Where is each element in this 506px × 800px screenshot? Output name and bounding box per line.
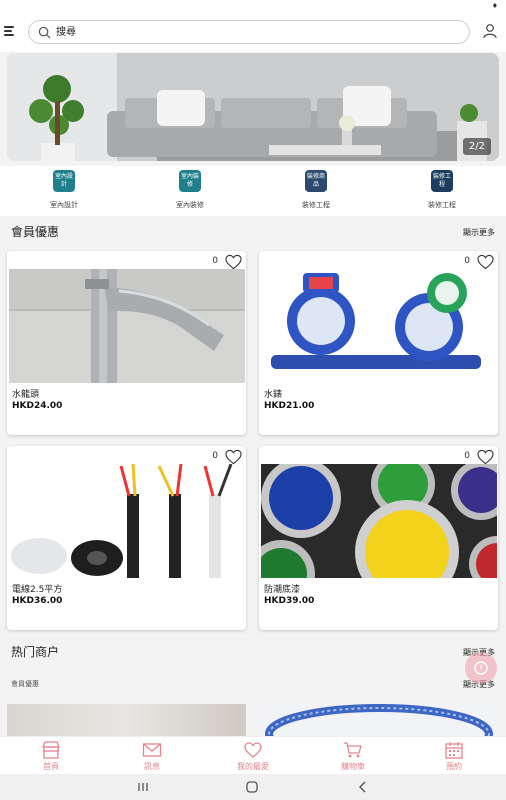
category-label: 裝修工程 [428, 201, 456, 209]
calendar-icon [445, 742, 463, 759]
nav-label: 預約 [446, 762, 462, 771]
back-icon[interactable] [358, 781, 368, 793]
status-indicator: ♦ [491, 2, 498, 10]
like-count: 0 [212, 256, 218, 266]
heart-icon[interactable] [477, 449, 494, 465]
product-price: HKD24.00 [12, 401, 63, 411]
category-label: 室內裝修 [176, 201, 204, 209]
product-price: HKD36.00 [12, 596, 63, 606]
nav-favorites[interactable]: 我的最愛 [213, 741, 293, 772]
product-price: HKD21.00 [264, 401, 315, 411]
chat-bubble-button[interactable] [465, 652, 497, 684]
promo-banner[interactable]: 2/2 [7, 53, 499, 161]
merchant-card-preview[interactable] [7, 704, 246, 736]
product-name: 防潮底漆 [264, 585, 301, 595]
category-interior-renovation[interactable]: 室內裝修 室內裝修 [140, 170, 240, 210]
status-bar: ♦ [0, 0, 506, 12]
category-label: 室內設計 [50, 201, 78, 209]
interior-design-icon: 室內設計 [53, 170, 75, 192]
heart-icon[interactable] [225, 254, 242, 270]
hamburger-icon[interactable] [4, 26, 16, 36]
nav-booking[interactable]: 預約 [414, 741, 494, 772]
banner-counter: 2/2 [462, 138, 491, 155]
home-circle-icon[interactable] [246, 781, 258, 793]
member-offers-sublabel: 會員優惠 [11, 680, 39, 688]
recent-apps-icon[interactable] [137, 782, 149, 792]
product-image [261, 269, 497, 383]
user-icon[interactable] [482, 23, 498, 39]
category-interior-design[interactable]: 室內設計 室內設計 [14, 170, 114, 210]
system-nav-bar [0, 774, 506, 800]
member-section-title: 會員優惠 [11, 225, 60, 239]
nav-cart[interactable]: 購物車 [313, 741, 393, 772]
heart-icon [244, 742, 262, 758]
hot-merchants-title: 热门商户 [11, 645, 60, 659]
product-image [9, 464, 245, 578]
nav-messages[interactable]: 訊息 [112, 741, 192, 772]
product-card[interactable]: 0 電線2.5平方 HKD36.00 [7, 446, 246, 630]
product-image [9, 269, 245, 383]
like-count: 0 [464, 451, 470, 461]
interior-renovation-icon: 室內裝修 [179, 170, 201, 192]
category-row: 室內設計 室內設計 室內裝修 室內裝修 裝修商品 裝修工程 裝修工程 裝修工程 [0, 166, 506, 216]
search-bar[interactable] [28, 20, 470, 44]
product-name: 電線2.5平方 [12, 585, 63, 595]
bottom-nav: 首頁 訊息 我的最愛 購物車 預約 [0, 736, 506, 774]
store-icon [42, 741, 60, 759]
banner-image [7, 53, 499, 161]
category-renovation-works[interactable]: 裝修工程 裝修工程 [392, 170, 492, 210]
product-card[interactable]: 0 防潮底漆 HKD39.00 [259, 446, 498, 630]
nav-home[interactable]: 首頁 [11, 741, 91, 772]
search-icon [38, 26, 51, 39]
product-name: 水龍頭 [12, 390, 40, 400]
member-show-more-link[interactable]: 顯示更多 [463, 227, 495, 238]
like-count: 0 [464, 256, 470, 266]
nav-label: 訊息 [144, 762, 160, 771]
product-card[interactable]: 0 水錶 HKD21.00 [259, 251, 498, 435]
renovation-works-icon: 裝修工程 [431, 170, 453, 192]
like-count: 0 [212, 451, 218, 461]
chat-icon [474, 661, 488, 675]
nav-label: 購物車 [341, 762, 365, 771]
product-name: 水錶 [264, 390, 283, 400]
product-image [261, 464, 497, 578]
nav-label: 我的最愛 [237, 762, 269, 771]
heart-icon[interactable] [225, 449, 242, 465]
category-label: 裝修工程 [302, 201, 330, 209]
heart-icon[interactable] [477, 254, 494, 270]
top-bar [0, 12, 506, 52]
category-renovation-products[interactable]: 裝修商品 裝修工程 [266, 170, 366, 210]
nav-label: 首頁 [43, 762, 59, 771]
cart-icon [344, 742, 362, 758]
merchant-card-preview[interactable] [259, 704, 498, 736]
renovation-products-icon: 裝修商品 [305, 170, 327, 192]
mail-icon [142, 743, 162, 757]
product-card[interactable]: 0 水龍頭 HKD24.00 [7, 251, 246, 435]
product-price: HKD39.00 [264, 596, 315, 606]
search-input[interactable] [56, 24, 456, 41]
